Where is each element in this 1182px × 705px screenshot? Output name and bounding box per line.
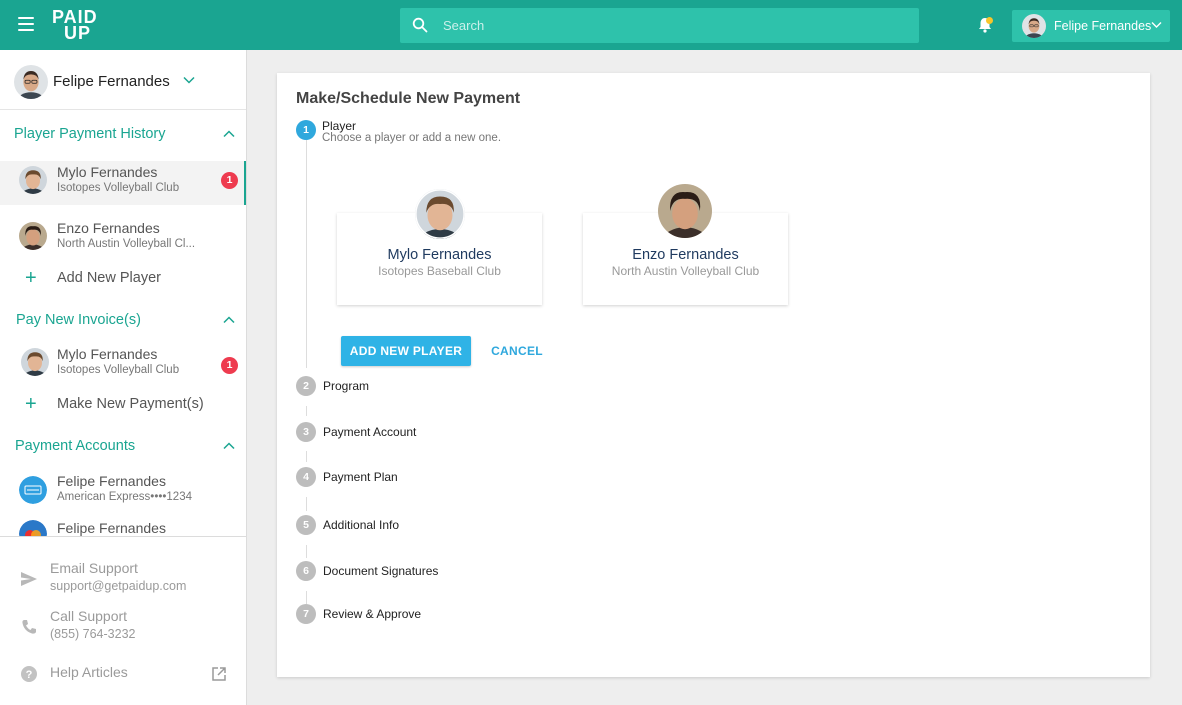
step-number: 2 [296, 376, 316, 396]
section-title: Pay New Invoice(s) [16, 312, 141, 328]
email-support-address: support@getpaidup.com [50, 579, 187, 593]
user-avatar [1022, 14, 1046, 38]
step-label: Player [322, 119, 357, 133]
player-name: Mylo Fernandes [57, 164, 158, 180]
call-support-phone: (855) 764-3232 [50, 627, 136, 641]
step-label: Review & Approve [323, 607, 422, 621]
user-account-menu[interactable]: Felipe Fernandes [1012, 10, 1170, 42]
player-club: Isotopes Volleyball Club [57, 182, 180, 194]
player-club: Isotopes Volleyball Club [57, 364, 180, 376]
add-new-player-label: Add New Player [57, 270, 161, 286]
section-title: Payment Accounts [15, 438, 136, 454]
phone-icon [22, 620, 36, 634]
stepper-connector [306, 497, 307, 511]
sidebar-item-mylo-history[interactable]: Mylo Fernandes Isotopes Volleyball Club … [0, 161, 246, 205]
player-avatar [19, 222, 47, 250]
section-pay-new-invoices[interactable]: Pay New Invoice(s) [0, 308, 246, 336]
stepper-connector [306, 451, 307, 462]
step-description: Choose a player or add a new one. [322, 132, 502, 144]
account-holder-name: Felipe Fernandes [57, 520, 166, 536]
player-name: Mylo Fernandes [57, 346, 158, 362]
svg-text:?: ? [26, 669, 33, 681]
section-player-payment-history[interactable]: Player Payment History [0, 122, 246, 150]
stepper-connector [306, 406, 307, 416]
notification-badge: 1 [221, 172, 238, 189]
plus-icon: + [25, 393, 37, 415]
step-number: 5 [296, 515, 316, 535]
search-bar[interactable] [400, 8, 919, 43]
sidebar-profile[interactable]: Felipe Fernandes [0, 50, 246, 110]
player-name: Mylo Fernandes [387, 247, 492, 263]
make-new-payment-label: Make New Payment(s) [57, 396, 204, 412]
american-express-icon [19, 476, 47, 504]
step-number: 1 [296, 120, 316, 140]
step-label: Program [323, 379, 370, 393]
chevron-up-icon [223, 316, 235, 324]
step-number: 7 [296, 604, 316, 624]
support-panel: Email Support support@getpaidup.com Call… [0, 536, 246, 705]
help-articles-link[interactable]: ? Help Articles [0, 664, 246, 704]
search-icon [412, 17, 428, 33]
call-support-link[interactable]: Call Support (855) 764-3232 [0, 608, 246, 648]
player-name: Enzo Fernandes [632, 247, 739, 263]
step-label: Payment Account [323, 425, 417, 439]
help-articles-label: Help Articles [50, 664, 128, 680]
player-avatar [21, 348, 49, 376]
add-new-player-button[interactable]: ADD NEW PLAYER [341, 336, 471, 366]
chevron-down-icon [1151, 22, 1162, 28]
step-number: 6 [296, 561, 316, 581]
player-avatar [19, 166, 47, 194]
sidebar: Felipe Fernandes Player Payment History … [0, 50, 247, 705]
notification-indicator-dot [986, 17, 993, 24]
chevron-down-icon[interactable] [183, 76, 195, 84]
step-label: Payment Plan [323, 470, 398, 484]
profile-avatar [14, 65, 48, 99]
step-label: Additional Info [323, 518, 400, 532]
notification-badge: 1 [221, 357, 238, 374]
top-app-bar: PAID UP Felipe Fernandes [0, 0, 1182, 50]
sidebar-item-enzo-history[interactable]: Enzo Fernandes North Austin Volleyball C… [0, 217, 246, 261]
user-name: Felipe Fernandes [1054, 19, 1152, 33]
player-avatar-enzo [658, 184, 712, 238]
paidup-logo[interactable]: PAID UP [52, 7, 102, 43]
new-payment-card: Make/Schedule New Payment 1 Player Choos… [277, 73, 1150, 677]
player-club: North Austin Volleyball Club [611, 264, 760, 278]
step-label: Document Signatures [323, 564, 439, 578]
send-icon [21, 572, 37, 586]
section-payment-accounts[interactable]: Payment Accounts [0, 434, 246, 462]
stepper-connector [306, 545, 307, 558]
sidebar-item-amex-account[interactable]: Felipe Fernandes American Express••••123… [0, 470, 246, 514]
add-new-player-link[interactable]: + Add New Player [0, 266, 246, 294]
player-name: Enzo Fernandes [57, 220, 160, 236]
external-link-icon[interactable] [211, 666, 227, 682]
stepper-connector [306, 591, 307, 604]
logo-line-2: UP [64, 23, 92, 43]
player-club: North Austin Volleyball Cl... [57, 238, 196, 250]
email-support-title: Email Support [50, 560, 138, 576]
cancel-button[interactable]: CANCEL [485, 336, 549, 366]
search-input[interactable] [443, 8, 903, 43]
plus-icon: + [25, 267, 37, 289]
player-avatar-mylo [415, 189, 465, 239]
step-number: 4 [296, 467, 316, 487]
page-title: Make/Schedule New Payment [296, 90, 521, 107]
account-holder-name: Felipe Fernandes [57, 473, 166, 489]
section-title: Player Payment History [14, 126, 166, 142]
chevron-up-icon [223, 442, 235, 450]
step-number: 3 [296, 422, 316, 442]
call-support-title: Call Support [50, 608, 128, 624]
sidebar-item-mylo-invoice[interactable]: Mylo Fernandes Isotopes Volleyball Club … [0, 343, 246, 387]
chevron-up-icon [223, 130, 235, 138]
email-support-link[interactable]: Email Support support@getpaidup.com [0, 560, 246, 600]
stepper-connector [306, 140, 307, 368]
help-icon: ? [21, 666, 37, 682]
make-new-payment-link[interactable]: + Make New Payment(s) [0, 392, 246, 420]
profile-name: Felipe Fernandes [53, 73, 170, 90]
hamburger-menu-icon[interactable] [18, 17, 34, 31]
player-club: Isotopes Baseball Club [378, 264, 501, 278]
account-card-number: American Express••••1234 [57, 491, 192, 503]
